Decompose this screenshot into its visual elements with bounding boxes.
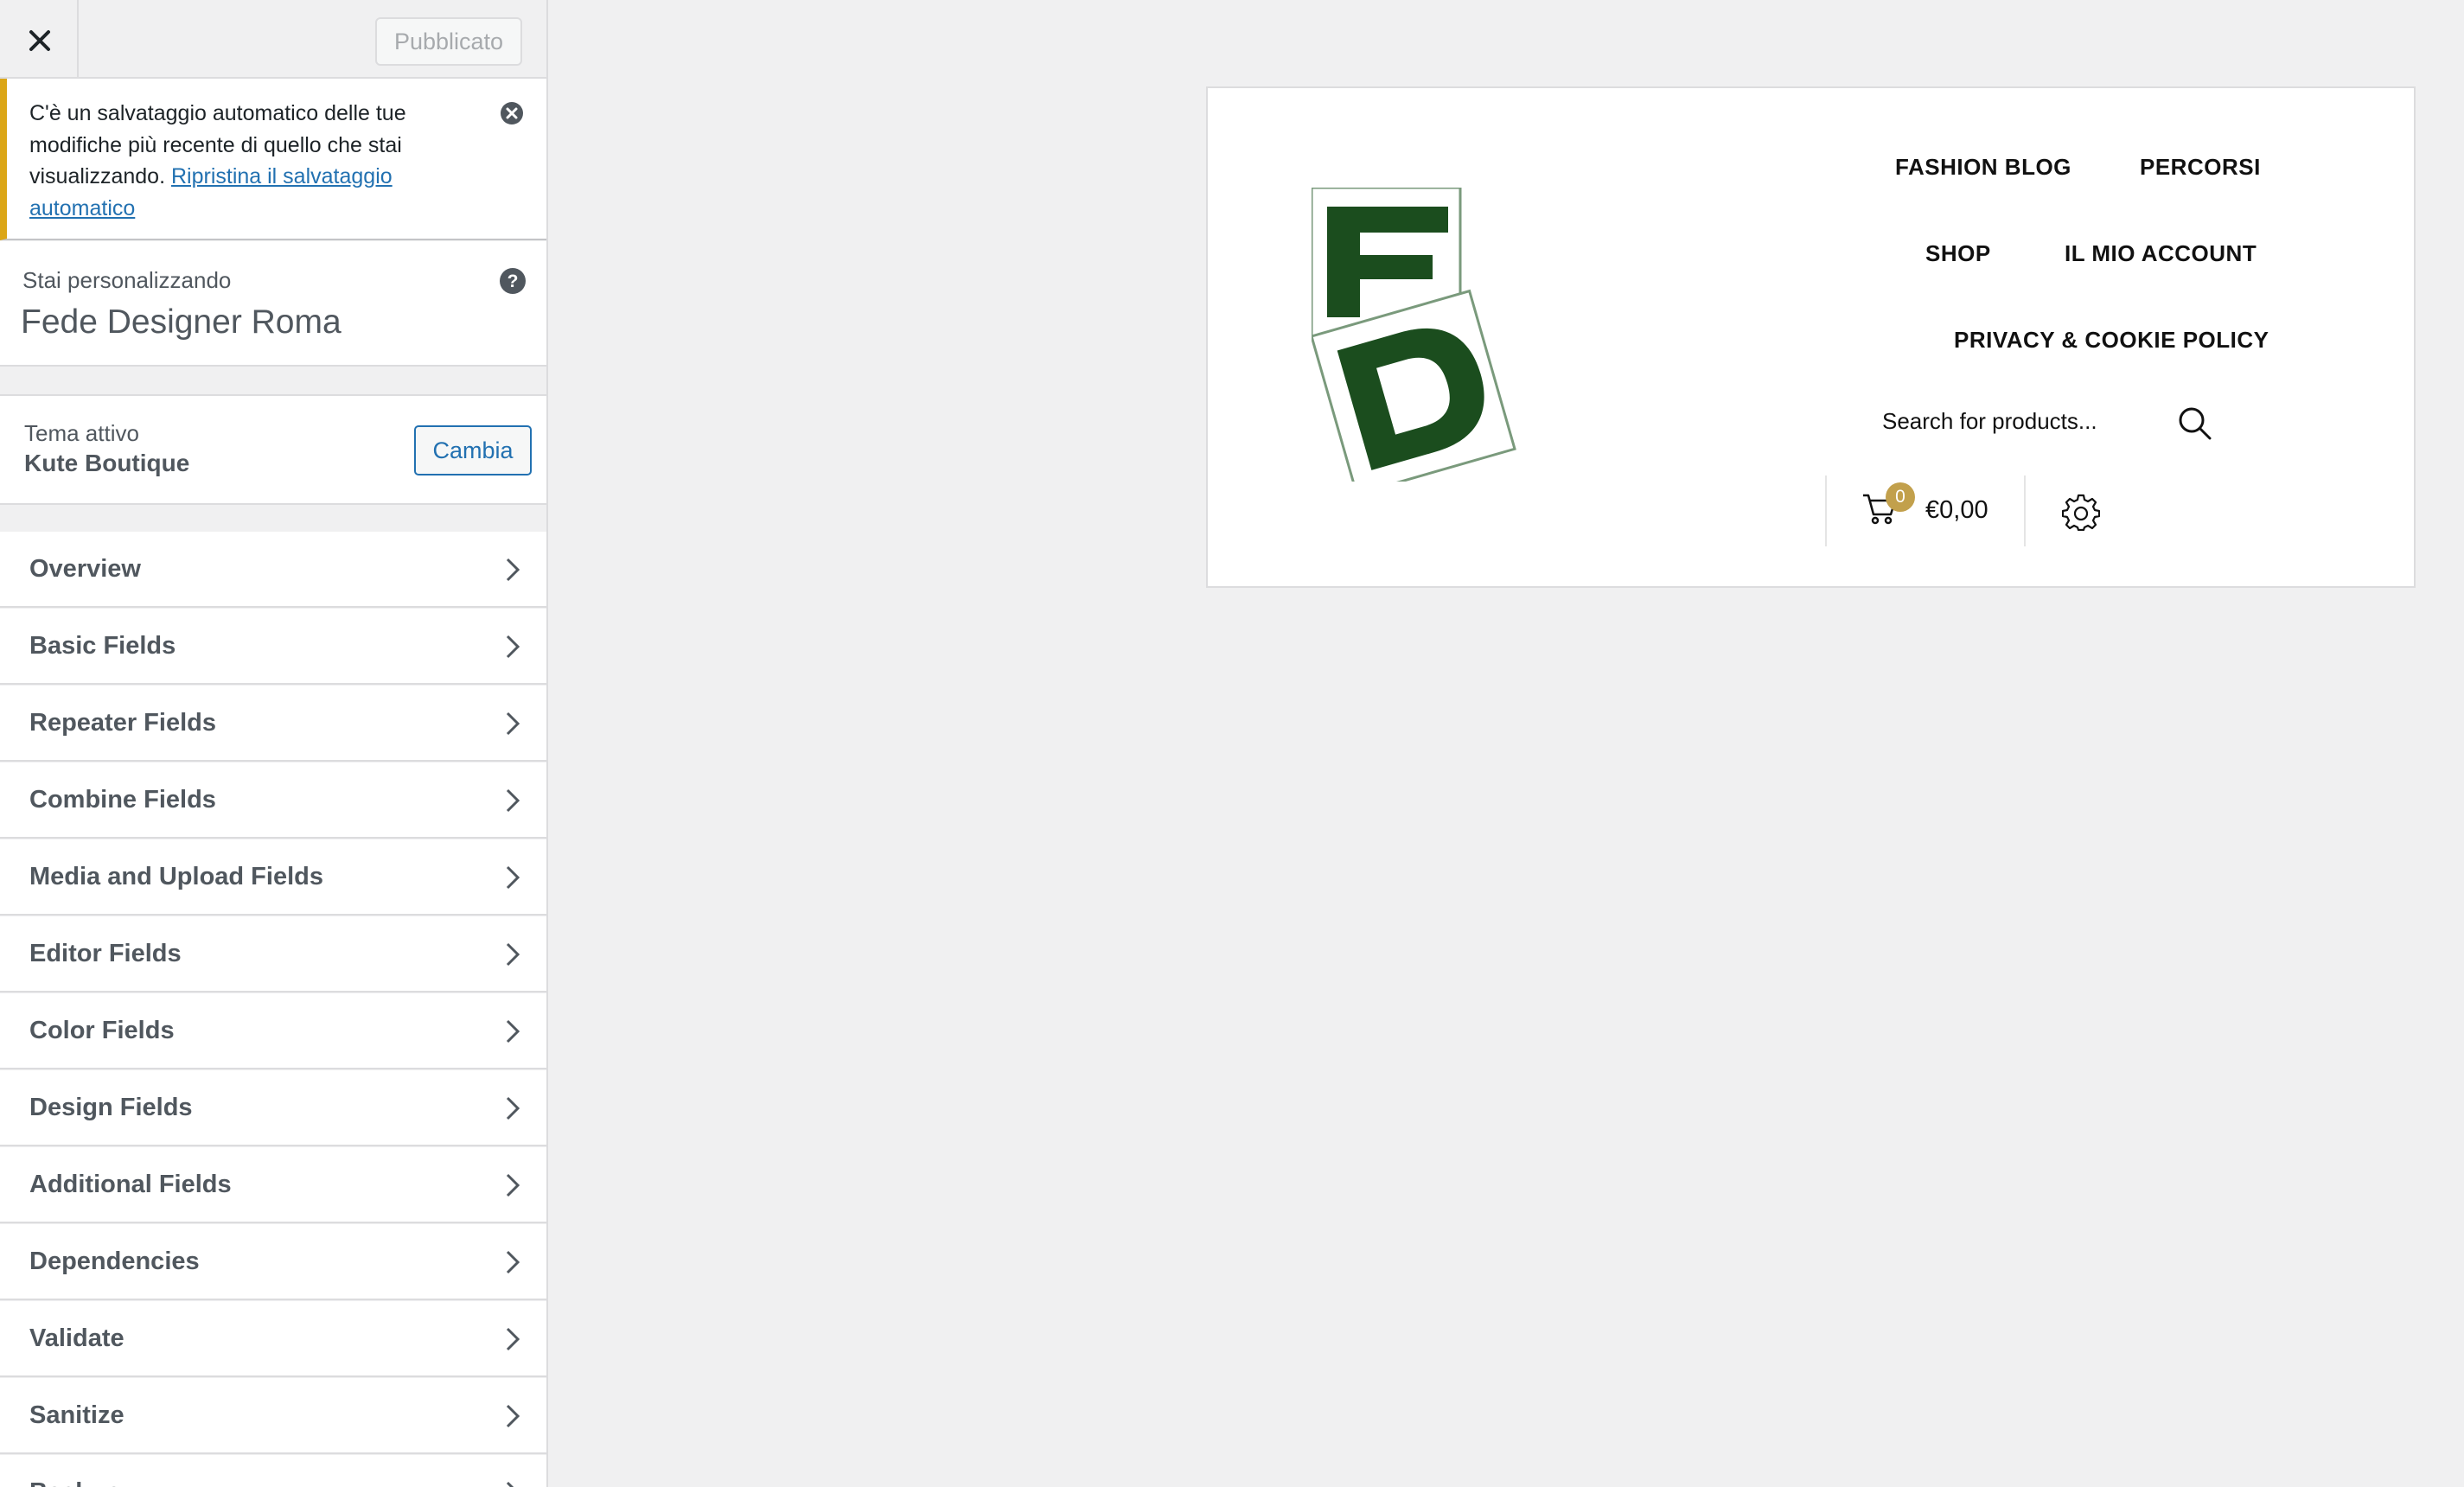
panel-design-fields[interactable]: Design Fields: [0, 1070, 546, 1146]
nav-fashion-blog[interactable]: FASHION BLOG: [1895, 154, 2071, 181]
svg-text:?: ?: [507, 271, 519, 291]
chevron-right-icon: [506, 942, 520, 967]
panel-additional-fields[interactable]: Additional Fields: [0, 1147, 546, 1223]
panel-label: Combine Fields: [29, 786, 216, 814]
panel-sanitize[interactable]: Sanitize: [0, 1378, 546, 1454]
panel-label: Backup: [29, 1478, 120, 1487]
panel-validate[interactable]: Validate: [0, 1301, 546, 1377]
panel-label: Color Fields: [29, 1017, 175, 1044]
chevron-right-icon: [506, 1019, 520, 1043]
chevron-right-icon: [506, 1173, 520, 1197]
close-button[interactable]: [0, 0, 79, 79]
panel-basic-fields[interactable]: Basic Fields: [0, 609, 546, 685]
cart-count-badge: 0: [1886, 482, 1915, 512]
panel-label: Additional Fields: [29, 1171, 232, 1198]
nav-privacy-policy[interactable]: PRIVACY & COOKIE POLICY: [1954, 327, 2269, 354]
divider: [1825, 475, 1827, 546]
autosave-notice: C'è un salvataggio automatico delle tue …: [0, 79, 546, 240]
search-icon[interactable]: [2178, 406, 2212, 441]
panel-label: Editor Fields: [29, 940, 182, 967]
divider: [2024, 475, 2026, 546]
panel-label: Overview: [29, 555, 141, 583]
nav-shop[interactable]: SHOP: [1925, 240, 1991, 267]
customize-info: Stai personalizzando Fede Designer Roma: [0, 241, 546, 367]
panel-label: Media and Upload Fields: [29, 863, 323, 890]
chevron-right-icon: [506, 788, 520, 813]
panel-list: Overview Basic Fields Repeater Fields Co…: [0, 532, 546, 1487]
customizing-label: Stai personalizzando: [22, 267, 232, 293]
cart-total[interactable]: €0,00: [1925, 496, 1988, 525]
panel-media-upload-fields[interactable]: Media and Upload Fields: [0, 839, 546, 916]
nav-percorsi[interactable]: PERCORSI: [2140, 154, 2261, 181]
active-theme-section: Tema attivo Kute Boutique Cambia: [0, 394, 546, 505]
chevron-right-icon: [506, 1404, 520, 1428]
chevron-right-icon: [506, 1250, 520, 1274]
panel-label: Repeater Fields: [29, 709, 216, 737]
panel-color-fields[interactable]: Color Fields: [0, 993, 546, 1069]
chevron-right-icon: [506, 558, 520, 582]
dismiss-icon[interactable]: [500, 101, 524, 125]
chevron-right-icon: [506, 1327, 520, 1351]
panel-repeater-fields[interactable]: Repeater Fields: [0, 686, 546, 762]
gear-icon[interactable]: [2062, 493, 2100, 531]
nav-my-account[interactable]: IL MIO ACCOUNT: [2065, 240, 2257, 267]
chevron-right-icon: [506, 1096, 520, 1120]
active-theme-label: Tema attivo: [24, 420, 139, 446]
chevron-right-icon: [506, 712, 520, 736]
panel-label: Sanitize: [29, 1401, 124, 1429]
help-icon[interactable]: ?: [499, 267, 527, 295]
chevron-right-icon: [506, 865, 520, 890]
publish-button[interactable]: Pubblicato: [375, 17, 522, 66]
customizer-sidebar: Pubblicato C'è un salvataggio automatico…: [0, 0, 548, 1487]
site-title: Fede Designer Roma: [21, 303, 342, 341]
panel-label: Dependencies: [29, 1248, 200, 1275]
customizer-header: Pubblicato: [0, 0, 546, 79]
panel-label: Validate: [29, 1324, 124, 1352]
product-search-input[interactable]: [1882, 395, 2124, 447]
panel-editor-fields[interactable]: Editor Fields: [0, 916, 546, 992]
close-icon: [29, 30, 50, 51]
panel-dependencies[interactable]: Dependencies: [0, 1224, 546, 1300]
panel-combine-fields[interactable]: Combine Fields: [0, 763, 546, 839]
panel-label: Basic Fields: [29, 632, 176, 660]
site-logo[interactable]: [1312, 188, 1519, 482]
panel-overview[interactable]: Overview: [0, 532, 546, 608]
panel-backup[interactable]: Backup: [0, 1455, 546, 1487]
active-theme-name: Kute Boutique: [24, 450, 190, 476]
chevron-right-icon: [506, 635, 520, 659]
site-preview-header: FASHION BLOG PERCORSI SHOP IL MIO ACCOUN…: [1206, 86, 2416, 588]
chevron-right-icon: [506, 1481, 514, 1487]
panel-label: Design Fields: [29, 1094, 193, 1121]
change-theme-button[interactable]: Cambia: [414, 425, 532, 475]
